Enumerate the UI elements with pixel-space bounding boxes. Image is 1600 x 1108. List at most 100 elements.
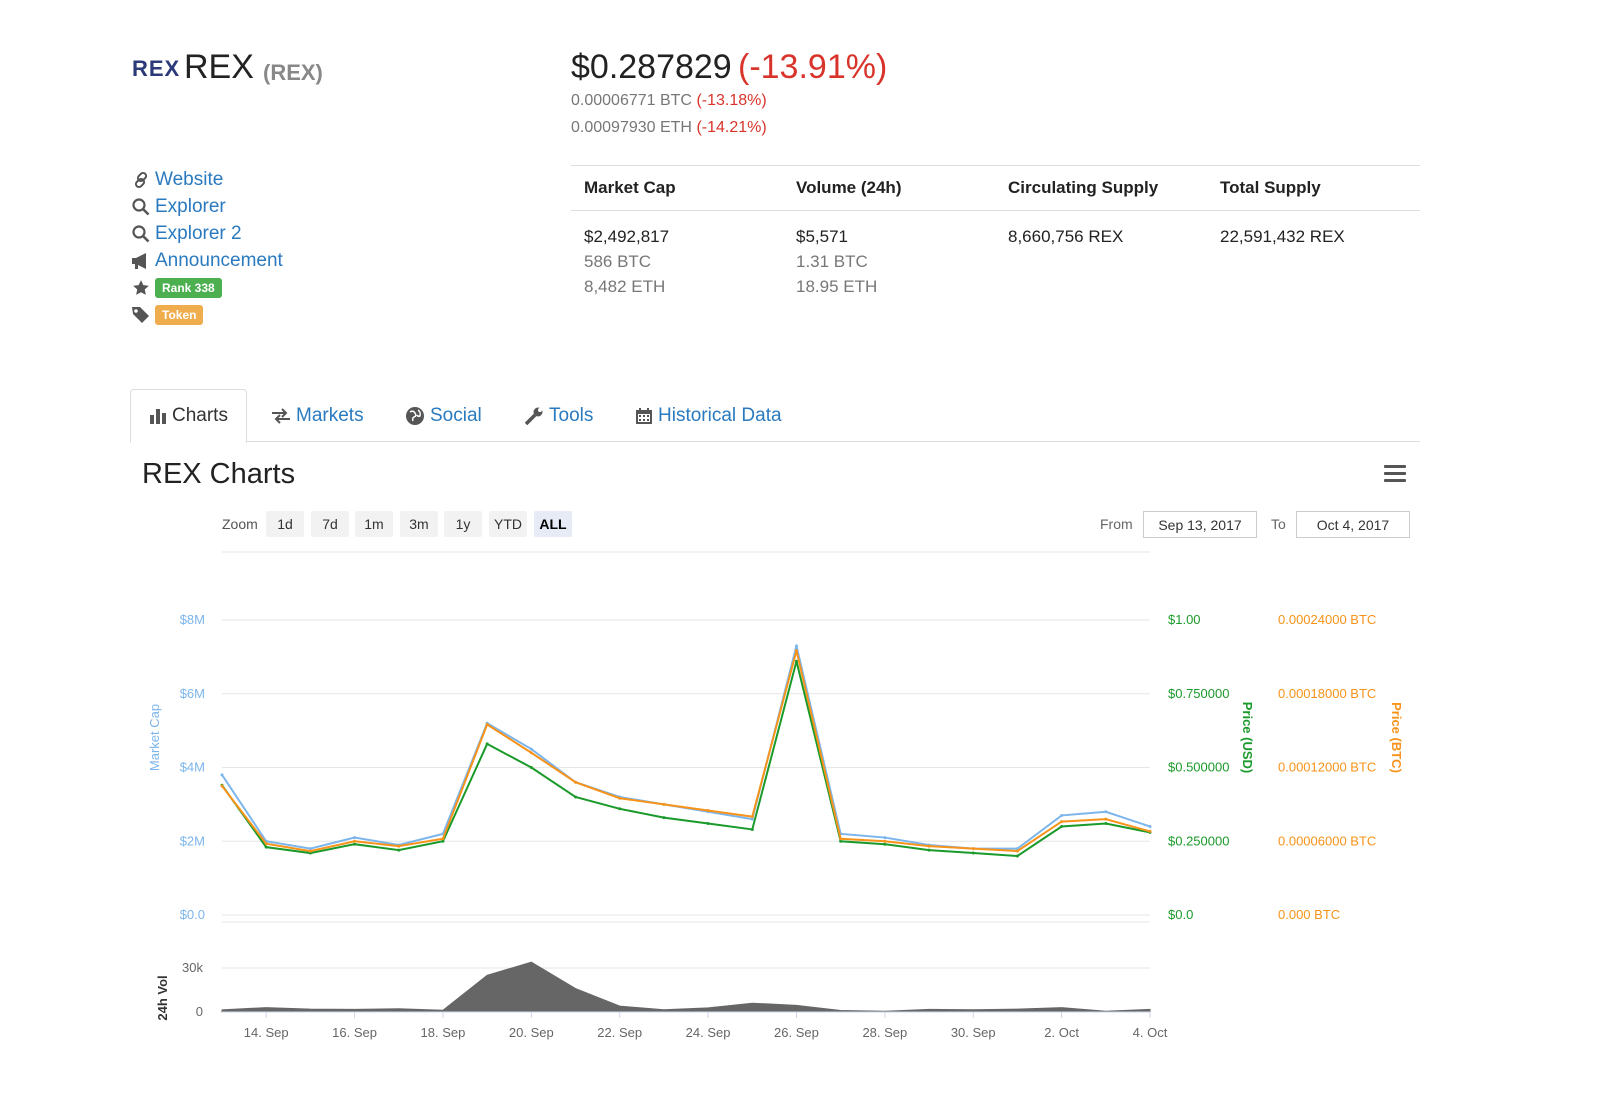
x-tick-label: 20. Sep bbox=[509, 1025, 554, 1040]
star-icon bbox=[130, 277, 152, 299]
tab-markets[interactable]: Markets bbox=[271, 389, 364, 442]
btc-tick-label: 0.00024000 BTC bbox=[1278, 612, 1376, 627]
btc-axis-title: Price (BTC) bbox=[1389, 702, 1404, 773]
price-usd-point bbox=[574, 795, 578, 799]
btc-tick-label: 0.00006000 BTC bbox=[1278, 833, 1376, 848]
hamburger-menu-icon[interactable] bbox=[1384, 465, 1406, 483]
rank-badge[interactable]: Rank 338 bbox=[155, 277, 222, 298]
stats-header-circulating: Circulating Supply bbox=[1008, 178, 1159, 197]
to-label: To bbox=[1271, 516, 1286, 532]
price-usd-change: (-13.91%) bbox=[738, 48, 888, 86]
zoom-1d-button[interactable]: 1d bbox=[266, 511, 304, 537]
usd-tick-label: $0.750000 bbox=[1168, 686, 1229, 701]
volume-tick-label: 30k bbox=[182, 960, 203, 975]
explorer-link[interactable]: Explorer bbox=[155, 196, 226, 218]
announcement-link[interactable]: Announcement bbox=[155, 250, 283, 272]
price-usd-point bbox=[264, 845, 268, 849]
x-tick-label: 24. Sep bbox=[686, 1025, 731, 1040]
from-label: From bbox=[1100, 516, 1133, 532]
market-cap-point bbox=[1104, 810, 1108, 814]
coin-links: Website Explorer Explorer 2 Announcement… bbox=[130, 166, 283, 328]
price-btc-point bbox=[883, 839, 887, 843]
market-cap-line bbox=[221, 645, 1151, 850]
website-link[interactable]: Website bbox=[155, 169, 223, 191]
price-usd-point bbox=[971, 851, 975, 855]
zoom-all-button[interactable]: ALL bbox=[534, 511, 572, 537]
volume-eth: 18.95 ETH bbox=[796, 277, 878, 296]
calendar-icon bbox=[635, 407, 653, 425]
to-date-input[interactable] bbox=[1296, 511, 1410, 538]
price-usd-line bbox=[221, 661, 1151, 858]
price-eth-change: (-14.21%) bbox=[696, 119, 767, 136]
stats-volume: $5,571 1.31 BTC 18.95 ETH bbox=[783, 224, 995, 299]
price-chart[interactable]: $0.0 $0.0 0.000 BTC $2M $0.250000 0.00006000 … bbox=[0, 540, 1600, 1060]
price-btc-point bbox=[927, 844, 931, 848]
type-badge[interactable]: Token bbox=[155, 304, 204, 325]
tab-social[interactable]: Social bbox=[405, 389, 482, 442]
rank-row: Rank 338 bbox=[130, 274, 283, 301]
price-btc-point bbox=[397, 844, 401, 848]
price-usd-point bbox=[353, 842, 357, 846]
volume-axis-title: 24h Vol bbox=[155, 975, 170, 1020]
price-btc-point bbox=[1148, 829, 1152, 833]
price-usd-point bbox=[706, 822, 710, 826]
tab-historical-data[interactable]: Historical Data bbox=[635, 389, 782, 442]
price-usd-point bbox=[1060, 825, 1064, 828]
x-tick-label: 22. Sep bbox=[597, 1025, 642, 1040]
price-btc-point bbox=[264, 842, 268, 846]
coin-symbol: (REX) bbox=[263, 60, 323, 85]
price-usd: $0.287829 bbox=[571, 48, 732, 86]
price-btc-point bbox=[794, 649, 798, 653]
stats-header-market-cap: Market Cap bbox=[584, 178, 676, 197]
volume-btc: 1.31 BTC bbox=[796, 252, 868, 271]
coin-name: REX bbox=[184, 48, 254, 86]
price-btc-point bbox=[529, 751, 533, 755]
tab-historical-data-label: Historical Data bbox=[658, 404, 782, 426]
tab-charts[interactable]: Charts bbox=[130, 389, 247, 443]
usd-tick-label: $0.250000 bbox=[1168, 833, 1229, 848]
volume-tick-label: 0 bbox=[196, 1004, 203, 1019]
stats-header-total: Total Supply bbox=[1220, 178, 1321, 197]
search-icon bbox=[130, 196, 152, 218]
market-cap-eth: 8,482 ETH bbox=[584, 277, 666, 296]
zoom-ytd-button[interactable]: YTD bbox=[489, 511, 527, 537]
price-btc-change: (-13.18%) bbox=[696, 92, 767, 109]
exchange-icon bbox=[271, 407, 291, 424]
market-cap-point bbox=[794, 644, 798, 648]
market-cap-point bbox=[883, 836, 887, 840]
coin-logo: REX bbox=[132, 56, 181, 81]
price-usd-point bbox=[529, 766, 533, 769]
price-usd-point bbox=[794, 659, 798, 663]
bar-chart-icon bbox=[149, 407, 167, 425]
tab-bar: Charts Markets Social Tools Historical D… bbox=[130, 389, 1420, 443]
price-eth: 0.00097930 ETH bbox=[571, 119, 692, 136]
btc-tick-label: 0.000 BTC bbox=[1278, 907, 1340, 922]
left-tick-label: $6M bbox=[180, 686, 205, 701]
price-btc-point bbox=[441, 837, 445, 841]
price-usd-point bbox=[397, 848, 401, 852]
explorer2-link-row: Explorer 2 bbox=[130, 220, 283, 247]
price-usd-point bbox=[1015, 854, 1019, 858]
total-supply: 22,591,432 REX bbox=[1220, 227, 1345, 246]
zoom-3m-button[interactable]: 3m bbox=[400, 511, 438, 537]
price-btc-point bbox=[706, 809, 710, 813]
x-tick-label: 14. Sep bbox=[244, 1025, 289, 1040]
x-tick-label: 30. Sep bbox=[951, 1025, 996, 1040]
wrench-icon bbox=[524, 406, 544, 426]
left-tick-label: $4M bbox=[180, 760, 205, 775]
tab-tools[interactable]: Tools bbox=[524, 389, 593, 442]
btc-tick-label: 0.00012000 BTC bbox=[1278, 760, 1376, 775]
stats-circulating: 8,660,756 REX bbox=[995, 224, 1207, 299]
price-btc-point bbox=[750, 815, 754, 819]
price-btc-point bbox=[1104, 817, 1108, 821]
volume-usd: $5,571 bbox=[796, 227, 848, 246]
price-usd-point bbox=[883, 842, 887, 846]
price-usd-point bbox=[485, 742, 489, 746]
from-date-input[interactable] bbox=[1143, 511, 1257, 538]
zoom-1m-button[interactable]: 1m bbox=[355, 511, 393, 537]
zoom-7d-button[interactable]: 7d bbox=[311, 511, 349, 537]
explorer2-link[interactable]: Explorer 2 bbox=[155, 223, 242, 245]
left-tick-label: $2M bbox=[180, 833, 205, 848]
market-cap-point bbox=[353, 836, 357, 840]
zoom-1y-button[interactable]: 1y bbox=[444, 511, 482, 537]
